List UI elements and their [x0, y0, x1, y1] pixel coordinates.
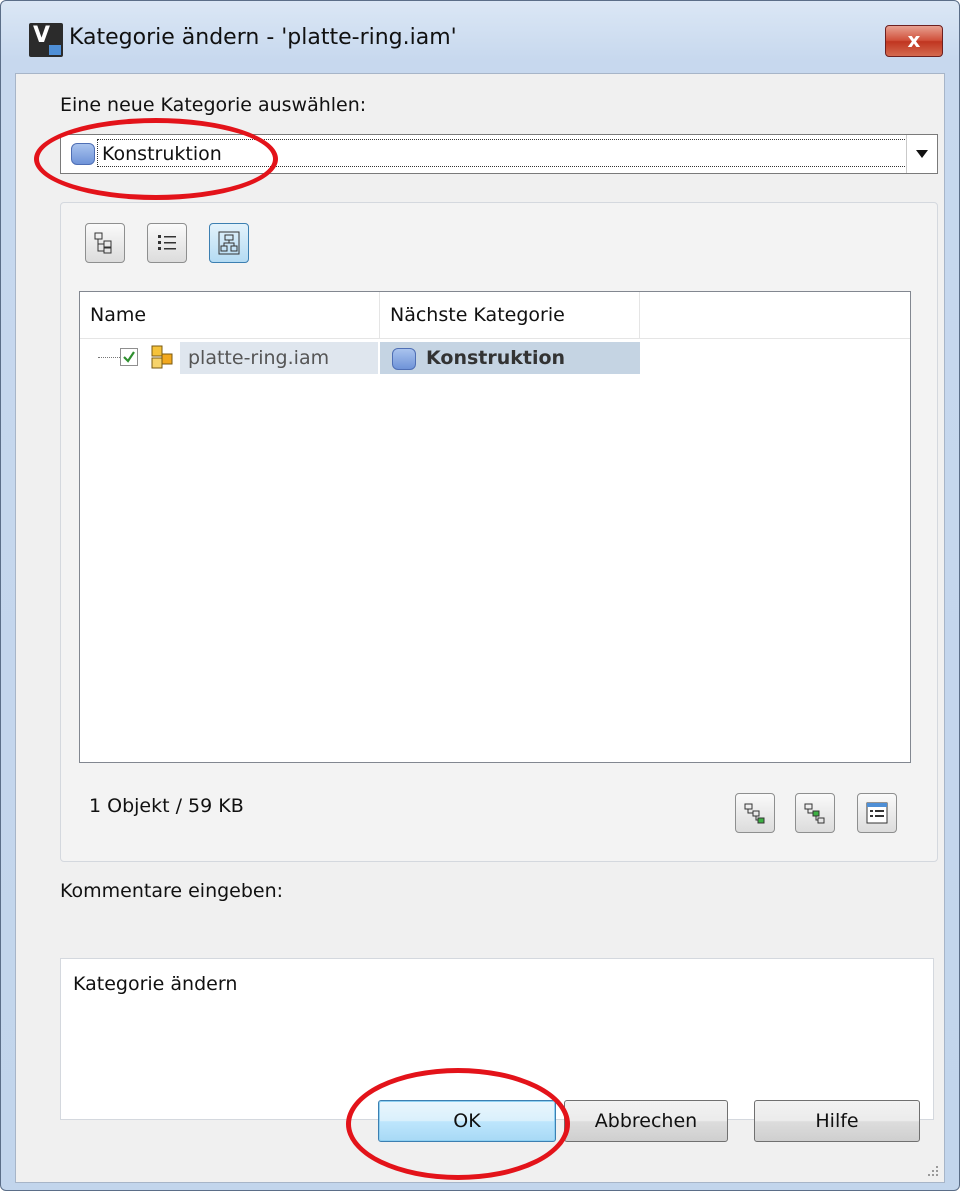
row-name-cell: platte-ring.iam — [180, 342, 378, 374]
list-view-icon — [158, 235, 176, 250]
category-combobox-value: Konstruktion — [97, 139, 907, 167]
expand-tree-icon — [744, 803, 765, 824]
hierarchy-view-icon — [218, 231, 240, 255]
row-category-cell: Konstruktion — [380, 342, 640, 374]
status-text: 1 Objekt / 59 KB — [89, 795, 244, 817]
category-icon — [71, 143, 95, 165]
category-combobox[interactable]: Konstruktion — [60, 134, 938, 174]
list-header: Name Nächste Kategorie — [80, 292, 910, 339]
resize-grip-icon[interactable] — [924, 1162, 940, 1178]
table-row[interactable]: platte-ring.iam Konstruktion — [80, 338, 910, 378]
hierarchy-view-button[interactable] — [209, 223, 249, 263]
tree-view-icon — [94, 232, 112, 254]
expand-all-button[interactable] — [735, 793, 775, 833]
files-list[interactable]: Name Nächste Kategorie platte-ring.iam K… — [79, 291, 911, 763]
column-header-name[interactable]: Name — [80, 292, 380, 338]
list-view-button[interactable] — [147, 223, 187, 263]
vault-app-icon: V — [29, 23, 63, 57]
category-icon — [392, 348, 416, 370]
properties-icon — [866, 802, 888, 824]
checkmark-icon — [123, 351, 135, 363]
dialog-window: V Kategorie ändern - 'platte-ring.iam' x… — [0, 0, 960, 1191]
comment-textarea[interactable]: Kategorie ändern — [60, 958, 934, 1120]
files-panel: Name Nächste Kategorie platte-ring.iam K… — [60, 202, 938, 862]
collapse-all-button[interactable] — [795, 793, 835, 833]
column-header-empty — [640, 292, 910, 338]
ok-button[interactable]: OK — [378, 1100, 556, 1142]
title-bar[interactable]: V Kategorie ändern - 'platte-ring.iam' x — [1, 1, 959, 73]
category-select-label: Eine neue Kategorie auswählen: — [60, 94, 367, 116]
dialog-client-area: Eine neue Kategorie auswählen: Konstrukt… — [15, 73, 945, 1183]
cancel-button[interactable]: Abbrechen — [564, 1100, 728, 1142]
close-button[interactable]: x — [885, 25, 943, 57]
tree-view-button[interactable] — [85, 223, 125, 263]
properties-button[interactable] — [857, 793, 897, 833]
window-title: Kategorie ändern - 'platte-ring.iam' — [69, 25, 457, 50]
chevron-down-icon[interactable] — [906, 135, 937, 173]
tree-connector — [98, 357, 120, 358]
comment-label: Kommentare eingeben: — [60, 880, 284, 902]
help-button[interactable]: Hilfe — [754, 1100, 920, 1142]
column-header-next-category[interactable]: Nächste Kategorie — [380, 292, 640, 338]
row-checkbox[interactable] — [120, 348, 138, 366]
row-category-label: Konstruktion — [426, 347, 566, 369]
assembly-file-icon — [151, 345, 173, 369]
collapse-tree-icon — [804, 803, 825, 824]
